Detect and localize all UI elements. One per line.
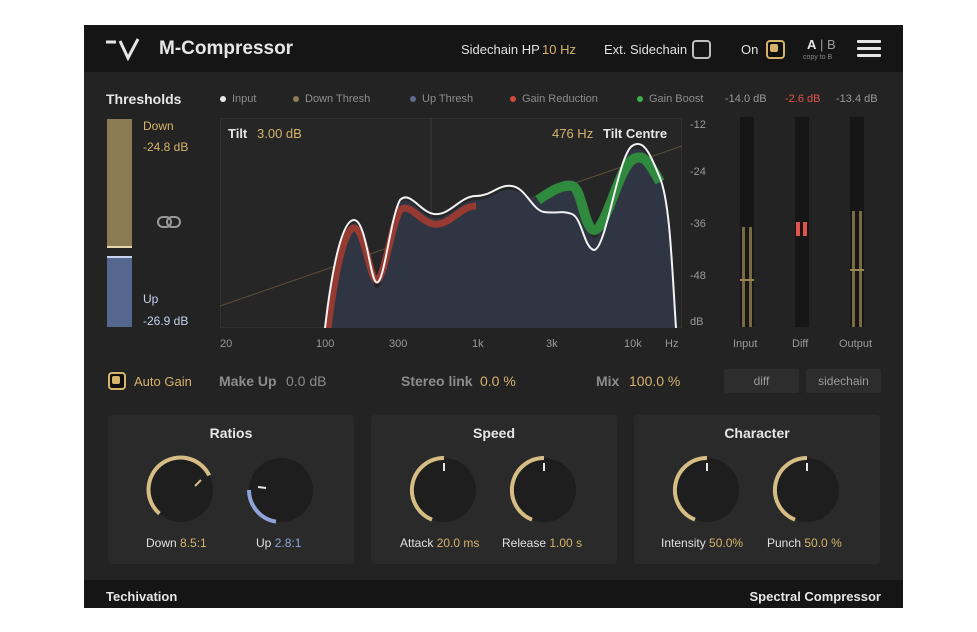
header-bar: M-Compressor Sidechain HP 10 Hz Ext. Sid…: [84, 25, 903, 72]
db-tick-48: -48: [690, 270, 706, 282]
release-knob[interactable]: [507, 453, 581, 527]
sidechain-button[interactable]: sidechain: [806, 369, 881, 393]
attack-readout: Attack 20.0 ms: [400, 536, 480, 550]
ab-separator: |: [816, 37, 827, 52]
tilt-centre-value[interactable]: 476 Hz: [552, 126, 593, 141]
ratio-down-knob[interactable]: [144, 453, 218, 527]
sidechain-hp-value[interactable]: 10 Hz: [542, 42, 576, 57]
copy-to-b-button[interactable]: copy to B: [803, 54, 832, 61]
legend-gain-boost: Gain Boost: [637, 93, 703, 105]
legend-gain-reduction: Gain Reduction: [510, 93, 598, 105]
ab-compare-button[interactable]: A | B: [807, 37, 836, 52]
auto-gain-label: Auto Gain: [134, 374, 192, 389]
up-threshold-label: Up: [143, 292, 159, 306]
down-threshold-slider[interactable]: [107, 119, 132, 248]
down-threshold-handle[interactable]: [107, 246, 132, 248]
auto-gain-checkbox[interactable]: [108, 372, 126, 390]
link-thresholds-icon[interactable]: [156, 213, 182, 231]
tilt-label: Tilt: [228, 126, 248, 141]
diff-db-readout: -2.6 dB: [785, 93, 821, 105]
release-readout: Release 1.00 s: [502, 536, 583, 550]
ext-sidechain-checkbox[interactable]: [692, 40, 711, 59]
legend-input: Input: [220, 93, 256, 105]
up-threshold-slider[interactable]: [107, 256, 132, 327]
makeup-value[interactable]: 0.0 dB: [286, 373, 326, 389]
freq-tick-300: 300: [389, 338, 408, 350]
freq-tick-3k: 3k: [546, 338, 558, 350]
output-meter: [850, 117, 864, 327]
punch-readout: Punch 50.0 %: [767, 536, 842, 550]
intensity-readout: Intensity 50.0%: [661, 536, 744, 550]
ratio-up-knob[interactable]: [244, 453, 318, 527]
up-threshold-value: -26.9 dB: [143, 314, 189, 328]
ratios-title: Ratios: [209, 425, 253, 441]
db-tick-12: -12: [690, 119, 706, 131]
freq-unit: Hz: [665, 338, 679, 350]
footer-brand: Techivation: [106, 589, 178, 604]
ratio-up-readout: Up 2.8:1: [256, 536, 302, 550]
legend-down-thresh: Down Thresh: [293, 93, 370, 105]
output-meter-label: Output: [839, 338, 873, 350]
db-tick-24: -24: [690, 166, 706, 178]
diff-meter-label: Diff: [792, 338, 809, 350]
character-panel: Character Intensity 50.0% Punch 50.0 %: [634, 415, 880, 564]
tilt-centre-label: Tilt Centre: [603, 126, 668, 141]
diff-meter: [795, 117, 809, 327]
down-threshold-value: -24.8 dB: [143, 140, 189, 154]
down-threshold-label: Down: [143, 119, 174, 133]
ratio-down-readout: Down 8.5:1: [146, 536, 207, 550]
punch-knob[interactable]: [770, 453, 844, 527]
input-db-readout: -14.0 dB: [725, 93, 767, 105]
ab-a-label: A: [807, 37, 817, 52]
stereo-link-label: Stereo link: [401, 373, 473, 389]
footer-bar: Techivation Spectral Compressor: [84, 580, 903, 608]
ext-sidechain-label: Ext. Sidechain: [604, 42, 688, 57]
mix-value[interactable]: 100.0 %: [629, 373, 680, 389]
input-meter-label: Input: [733, 338, 758, 350]
attack-knob[interactable]: [407, 453, 481, 527]
speed-title: Speed: [472, 425, 515, 441]
tilt-value[interactable]: 3.00 dB: [257, 126, 302, 141]
ratios-panel: Ratios Down 8.5:1 Up 2.8:1: [108, 415, 354, 564]
input-meter: [740, 117, 754, 327]
db-unit: dB: [690, 316, 704, 328]
freq-tick-20: 20: [220, 338, 233, 350]
freq-tick-1k: 1k: [472, 338, 484, 350]
on-label: On: [741, 42, 759, 57]
techivation-logo-icon: [106, 38, 140, 61]
legend-up-thresh: Up Thresh: [410, 93, 473, 105]
thresholds-title: Thresholds: [106, 91, 182, 107]
footer-product-name: Spectral Compressor: [749, 589, 882, 604]
hamburger-menu-icon[interactable]: [857, 40, 881, 58]
character-title: Character: [724, 425, 790, 441]
intensity-knob[interactable]: [670, 453, 744, 527]
stereo-link-value[interactable]: 0.0 %: [480, 373, 516, 389]
plugin-window: M-Compressor Sidechain HP 10 Hz Ext. Sid…: [84, 25, 903, 608]
diff-button[interactable]: diff: [724, 369, 799, 393]
db-tick-36: -36: [690, 218, 706, 230]
up-threshold-handle[interactable]: [107, 256, 132, 258]
spectrum-graph[interactable]: [220, 118, 682, 328]
freq-tick-10k: 10k: [624, 338, 642, 350]
freq-tick-100: 100: [316, 338, 335, 350]
makeup-label: Make Up: [219, 373, 277, 389]
plugin-title: M-Compressor: [159, 38, 294, 59]
sidechain-hp-label: Sidechain HP: [461, 42, 540, 57]
on-checkbox[interactable]: [766, 40, 785, 59]
output-db-readout: -13.4 dB: [836, 93, 878, 105]
ab-b-label: B: [827, 37, 836, 52]
speed-panel: Speed Attack 20.0 ms Release 1.00 s: [371, 415, 617, 564]
mix-label: Mix: [596, 373, 620, 389]
